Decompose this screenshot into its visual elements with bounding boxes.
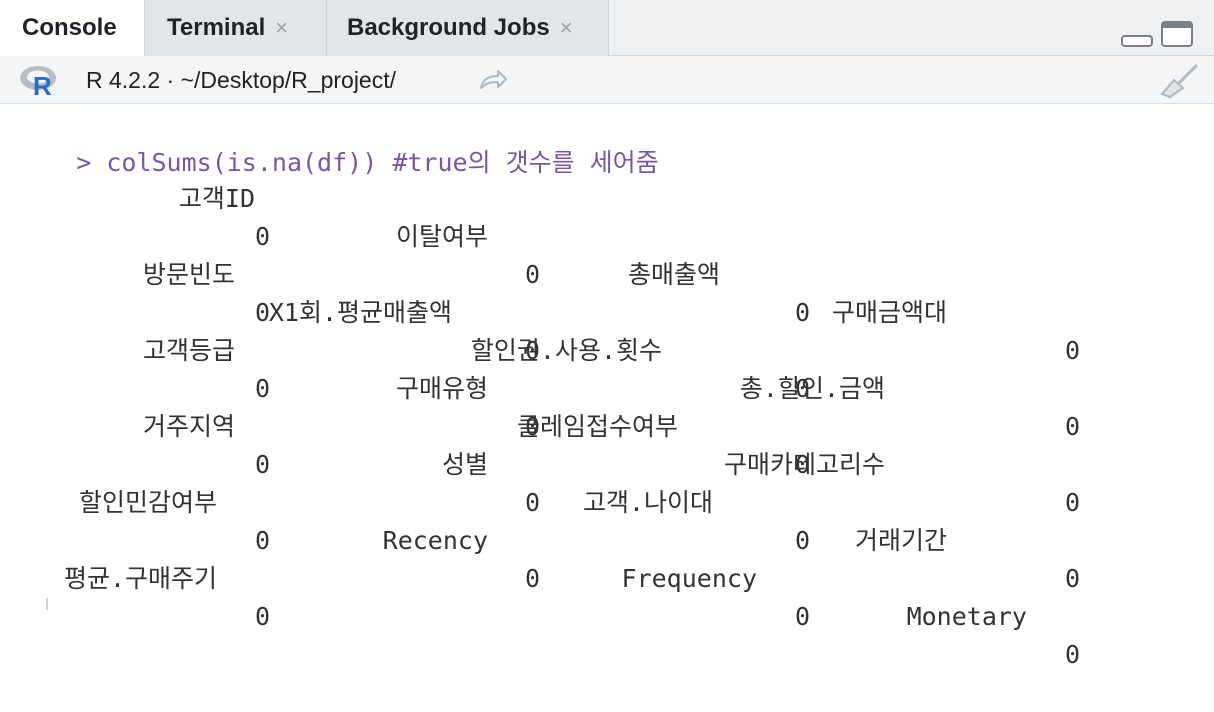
output-value-row: 0 0 0 0 — [0, 484, 1214, 669]
pane-tab-bar: Console Terminal × Background Jobs × — [0, 0, 1214, 57]
tab-terminal[interactable]: Terminal × — [145, 0, 327, 56]
tab-background-jobs-label: Background Jobs — [347, 14, 550, 41]
console-cursor-marker — [46, 598, 48, 610]
maximize-pane-icon[interactable] — [1160, 20, 1196, 50]
r-logo-icon: R — [20, 66, 56, 98]
close-icon[interactable]: × — [275, 15, 288, 40]
tab-console[interactable]: Console — [0, 0, 145, 57]
tab-background-jobs[interactable]: Background Jobs × — [327, 0, 609, 56]
na-count: 0 — [254, 602, 270, 631]
column-name: Monetary — [906, 602, 1027, 631]
output-value-row: 0 0 0 0 — [0, 332, 1214, 517]
tab-terminal-label: Terminal — [167, 14, 266, 41]
clear-console-icon[interactable] — [1156, 64, 1200, 98]
svg-text:R: R — [33, 71, 52, 98]
output-value-row: 0 0 0 0 — [0, 256, 1214, 441]
console-toolbar: R R 4.2.2 · ~/Desktop/R_project/ — [0, 56, 1214, 104]
output-header-row: 고객ID 이탈여부 총매출액 구매금액대 — [0, 142, 1214, 327]
output-header-row: 방문빈도 X1회.평균매출액 할인권.사용.횟수 총.할인.금액 — [0, 218, 1214, 403]
minimize-pane-icon[interactable] — [1120, 20, 1156, 48]
close-icon[interactable]: × — [560, 15, 573, 40]
output-value-row: 0 0 0 0 — [0, 408, 1214, 593]
console-output[interactable]: > colSums(is.na(df)) #true의 갯수를 세어줌 고객ID… — [0, 104, 1214, 669]
go-to-directory-icon[interactable] — [478, 68, 508, 92]
output-header-row: 고객등급 구매유형 클레임접수여부 구매카테고리수 — [0, 294, 1214, 479]
output-value-row: 0 — [0, 560, 1214, 631]
na-count: 0 — [1064, 640, 1080, 669]
na-count: 0 — [794, 602, 810, 631]
output-header-row: 평균.구매주기 — [0, 522, 1214, 593]
output-header-row: 할인민감여부 Recency Frequency Monetary — [0, 446, 1214, 631]
r-version-path: R 4.2.2 · ~/Desktop/R_project/ — [86, 67, 397, 93]
command-line: > colSums(is.na(df)) #true의 갯수를 세어줌 — [16, 106, 658, 177]
tab-console-label: Console — [22, 14, 117, 41]
output-value-row: 0 0 0 0 — [0, 180, 1214, 365]
output-header-row: 거주지역 성별 고객.나이대 거래기간 — [0, 370, 1214, 555]
